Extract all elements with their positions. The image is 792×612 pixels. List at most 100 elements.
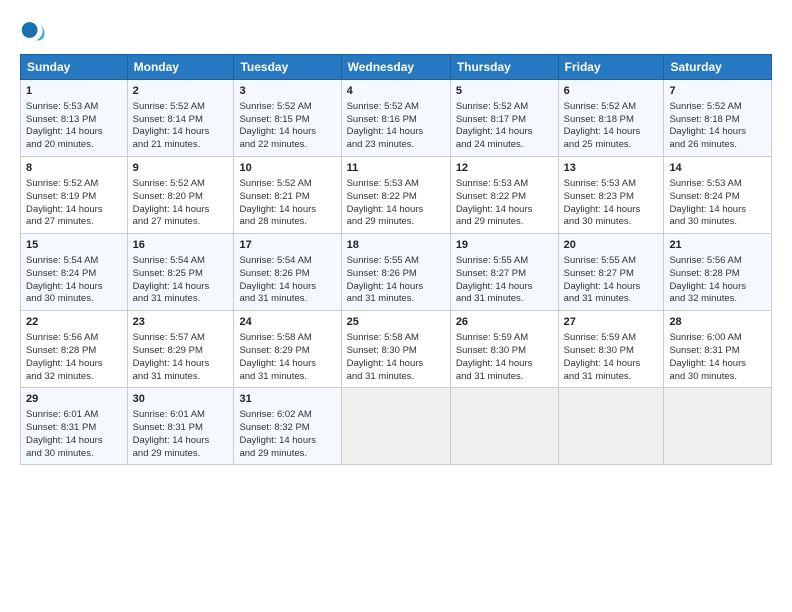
day-info-line: Sunset: 8:30 PM bbox=[347, 345, 445, 358]
day-info-line: and 30 minutes. bbox=[564, 216, 659, 229]
day-info-line: Sunrise: 5:55 AM bbox=[347, 255, 445, 268]
week-row-1: 1Sunrise: 5:53 AMSunset: 8:13 PMDaylight… bbox=[21, 80, 772, 157]
day-number: 16 bbox=[133, 238, 229, 253]
day-info-line: Daylight: 14 hours bbox=[26, 281, 122, 294]
day-info-line: and 23 minutes. bbox=[347, 139, 445, 152]
day-info-line: Sunset: 8:21 PM bbox=[239, 191, 335, 204]
calendar-cell: 6Sunrise: 5:52 AMSunset: 8:18 PMDaylight… bbox=[558, 80, 664, 157]
calendar-cell: 30Sunrise: 6:01 AMSunset: 8:31 PMDayligh… bbox=[127, 388, 234, 465]
day-info-line: Daylight: 14 hours bbox=[347, 281, 445, 294]
day-number: 2 bbox=[133, 84, 229, 99]
day-info-line: Daylight: 14 hours bbox=[239, 358, 335, 371]
calendar-cell bbox=[558, 388, 664, 465]
day-info-line: Daylight: 14 hours bbox=[239, 204, 335, 217]
day-number: 21 bbox=[669, 238, 766, 253]
day-info-line: Daylight: 14 hours bbox=[347, 204, 445, 217]
day-number: 4 bbox=[347, 84, 445, 99]
day-info-line: Sunrise: 5:52 AM bbox=[133, 101, 229, 114]
day-info-line: Sunrise: 5:52 AM bbox=[26, 178, 122, 191]
day-number: 27 bbox=[564, 315, 659, 330]
day-number: 23 bbox=[133, 315, 229, 330]
day-info-line: Sunset: 8:27 PM bbox=[456, 268, 553, 281]
day-info-line: Daylight: 14 hours bbox=[669, 204, 766, 217]
day-info-line: Daylight: 14 hours bbox=[239, 281, 335, 294]
day-info-line: Sunset: 8:18 PM bbox=[669, 114, 766, 127]
day-info-line: Sunset: 8:30 PM bbox=[564, 345, 659, 358]
day-number: 1 bbox=[26, 84, 122, 99]
day-info-line: and 24 minutes. bbox=[456, 139, 553, 152]
day-number: 31 bbox=[239, 392, 335, 407]
day-number: 22 bbox=[26, 315, 122, 330]
calendar-cell: 16 Sunrise: 5:54 AMSunset: 8:25 PMDayligh… bbox=[127, 234, 234, 311]
calendar-cell: 17Sunrise: 5:54 AMSunset: 8:26 PMDayligh… bbox=[234, 234, 341, 311]
day-number: 9 bbox=[133, 161, 229, 176]
day-info-line: and 31 minutes. bbox=[456, 293, 553, 306]
day-info-line: Daylight: 14 hours bbox=[133, 281, 229, 294]
day-info-line: Sunset: 8:19 PM bbox=[26, 191, 122, 204]
day-info-line: and 20 minutes. bbox=[26, 139, 122, 152]
day-info-line: Daylight: 14 hours bbox=[239, 126, 335, 139]
day-number: 7 bbox=[669, 84, 766, 99]
day-info-line: Daylight: 14 hours bbox=[26, 126, 122, 139]
day-info-line: Sunset: 8:14 PM bbox=[133, 114, 229, 127]
day-info-line: Sunset: 8:29 PM bbox=[133, 345, 229, 358]
day-info-line: and 29 minutes. bbox=[456, 216, 553, 229]
week-row-4: 22Sunrise: 5:56 AMSunset: 8:28 PMDayligh… bbox=[21, 311, 772, 388]
day-info-line: Sunrise: 5:52 AM bbox=[669, 101, 766, 114]
calendar-cell: 15Sunrise: 5:54 AMSunset: 8:24 PMDayligh… bbox=[21, 234, 128, 311]
day-info-line: Sunrise: 6:01 AM bbox=[26, 409, 122, 422]
day-info-line: Daylight: 14 hours bbox=[347, 126, 445, 139]
day-number: 13 bbox=[564, 161, 659, 176]
day-info-line: and 32 minutes. bbox=[26, 371, 122, 384]
day-info-line: Sunrise: 5:54 AM bbox=[26, 255, 122, 268]
day-info-line: Sunset: 8:31 PM bbox=[669, 345, 766, 358]
day-info-line: Daylight: 14 hours bbox=[133, 204, 229, 217]
day-info-line: Daylight: 14 hours bbox=[669, 358, 766, 371]
day-info-line: Sunrise: 5:57 AM bbox=[133, 332, 229, 345]
day-info-line: and 31 minutes. bbox=[564, 293, 659, 306]
calendar-cell bbox=[450, 388, 558, 465]
day-info-line: Daylight: 14 hours bbox=[133, 435, 229, 448]
day-info-line: Daylight: 14 hours bbox=[26, 435, 122, 448]
day-info-line: Sunset: 8:29 PM bbox=[239, 345, 335, 358]
calendar-cell: 25Sunrise: 5:58 AMSunset: 8:30 PMDayligh… bbox=[341, 311, 450, 388]
header-day-saturday: Saturday bbox=[664, 55, 772, 80]
calendar-cell: 3Sunrise: 5:52 AMSunset: 8:15 PMDaylight… bbox=[234, 80, 341, 157]
calendar-cell: 24Sunrise: 5:58 AMSunset: 8:29 PMDayligh… bbox=[234, 311, 341, 388]
calendar-cell: 11Sunrise: 5:53 AMSunset: 8:22 PMDayligh… bbox=[341, 157, 450, 234]
day-info-line: Sunrise: 5:56 AM bbox=[669, 255, 766, 268]
day-number: 6 bbox=[564, 84, 659, 99]
header-day-tuesday: Tuesday bbox=[234, 55, 341, 80]
day-info-line: Sunrise: 5:55 AM bbox=[564, 255, 659, 268]
day-info-line: Sunset: 8:13 PM bbox=[26, 114, 122, 127]
day-info-line: Sunset: 8:25 PM bbox=[133, 268, 229, 281]
header-day-monday: Monday bbox=[127, 55, 234, 80]
day-info-line: Daylight: 14 hours bbox=[133, 358, 229, 371]
day-info-line: Sunrise: 5:56 AM bbox=[26, 332, 122, 345]
header-day-thursday: Thursday bbox=[450, 55, 558, 80]
day-info-line: Sunrise: 5:53 AM bbox=[564, 178, 659, 191]
day-info-line: and 21 minutes. bbox=[133, 139, 229, 152]
day-info-line: Sunset: 8:24 PM bbox=[669, 191, 766, 204]
calendar-cell: 20Sunrise: 5:55 AMSunset: 8:27 PMDayligh… bbox=[558, 234, 664, 311]
day-info-line: Sunrise: 5:54 AM bbox=[133, 255, 229, 268]
day-info-line: Sunrise: 5:54 AM bbox=[239, 255, 335, 268]
day-info-line: and 28 minutes. bbox=[239, 216, 335, 229]
day-info-line: Sunrise: 5:55 AM bbox=[456, 255, 553, 268]
day-info-line: Sunrise: 6:01 AM bbox=[133, 409, 229, 422]
calendar-cell: 18Sunrise: 5:55 AMSunset: 8:26 PMDayligh… bbox=[341, 234, 450, 311]
header-row: SundayMondayTuesdayWednesdayThursdayFrid… bbox=[21, 55, 772, 80]
day-info-line: Daylight: 14 hours bbox=[456, 358, 553, 371]
day-info-line: Daylight: 14 hours bbox=[239, 435, 335, 448]
day-info-line: Daylight: 14 hours bbox=[26, 204, 122, 217]
day-info-line: Daylight: 14 hours bbox=[564, 281, 659, 294]
calendar-cell bbox=[664, 388, 772, 465]
day-number: 10 bbox=[239, 161, 335, 176]
day-info-line: Sunset: 8:27 PM bbox=[564, 268, 659, 281]
day-info-line: Daylight: 14 hours bbox=[564, 126, 659, 139]
calendar-cell: 31Sunrise: 6:02 AMSunset: 8:32 PMDayligh… bbox=[234, 388, 341, 465]
day-info-line: Daylight: 14 hours bbox=[669, 281, 766, 294]
day-info-line: Sunrise: 5:59 AM bbox=[564, 332, 659, 345]
day-number: 29 bbox=[26, 392, 122, 407]
calendar-cell: 5Sunrise: 5:52 AMSunset: 8:17 PMDaylight… bbox=[450, 80, 558, 157]
